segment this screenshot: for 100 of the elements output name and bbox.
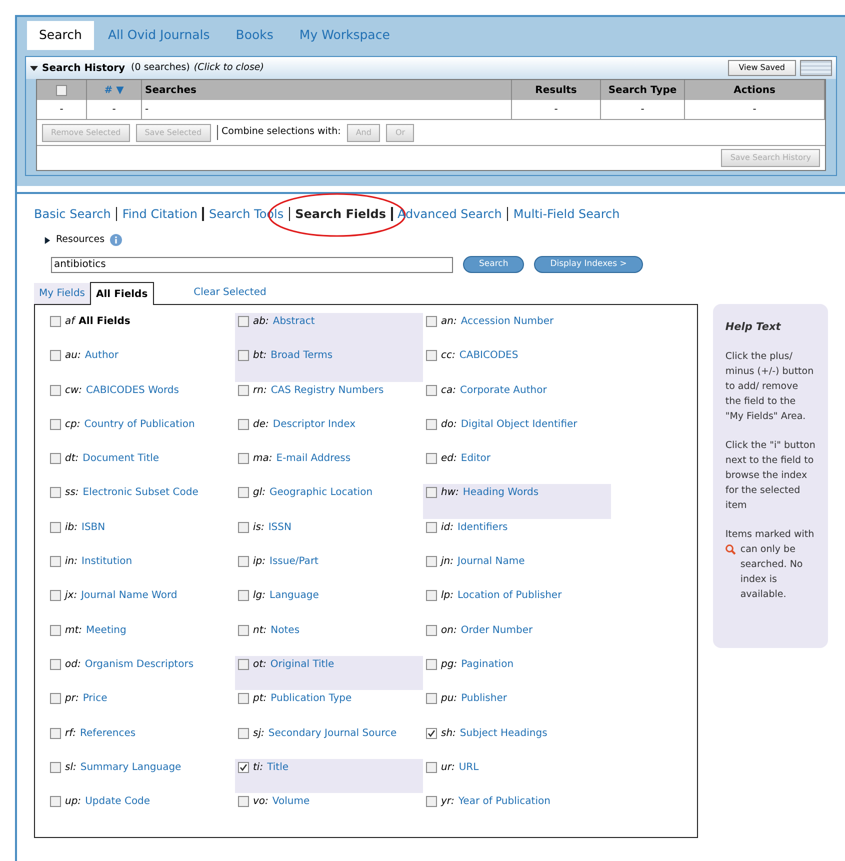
field-link[interactable]: Secondary Journal Source — [268, 728, 397, 740]
top-tab[interactable]: Books — [224, 21, 286, 50]
checkbox[interactable] — [426, 624, 437, 636]
checkbox[interactable] — [50, 350, 61, 362]
checkbox[interactable] — [50, 590, 61, 602]
field-link[interactable]: Abstract — [272, 316, 315, 328]
field-link[interactable]: ISBN — [82, 522, 106, 534]
checkbox[interactable] — [238, 624, 249, 636]
field-link[interactable]: Electronic Subset Code — [82, 487, 198, 500]
field-link[interactable]: Identifiers — [458, 522, 508, 534]
field-link[interactable]: Original Title — [270, 658, 334, 671]
checkbox[interactable] — [50, 384, 61, 396]
field-link[interactable]: Pagination — [461, 658, 514, 671]
field-link[interactable]: Accession Number — [460, 316, 554, 328]
checkbox[interactable] — [50, 453, 61, 464]
checkbox[interactable] — [238, 350, 249, 362]
field-link[interactable]: Country of Publication — [84, 418, 195, 431]
field-link[interactable]: CABICODES — [459, 350, 518, 362]
field-link[interactable]: Title — [267, 762, 289, 774]
checkbox[interactable] — [238, 796, 249, 808]
checkbox[interactable] — [50, 693, 61, 704]
grid-icon[interactable] — [800, 60, 832, 76]
checkbox[interactable] — [238, 658, 249, 670]
field-link[interactable]: ISSN — [268, 522, 292, 534]
expand-icon[interactable] — [44, 236, 51, 244]
field-link[interactable]: Meeting — [86, 624, 126, 637]
checkbox[interactable] — [426, 316, 437, 327]
search-mode-link[interactable]: Basic Search — [34, 207, 111, 221]
field-link[interactable]: Journal Name Word — [81, 590, 178, 602]
field-link[interactable]: Organism Descriptors — [84, 658, 194, 671]
checkbox[interactable] — [426, 418, 437, 430]
checkbox[interactable] — [238, 453, 249, 464]
field-link[interactable]: Institution — [82, 556, 132, 568]
checkbox[interactable] — [426, 796, 437, 808]
search-mode-link[interactable]: Multi-Field Search — [513, 207, 620, 221]
field-link[interactable]: Year of Publication — [458, 796, 550, 808]
field-link[interactable]: CABICODES Words — [86, 384, 179, 397]
field-link[interactable]: Geographic Location — [270, 487, 373, 500]
field-link[interactable]: Editor — [460, 453, 490, 466]
field-link[interactable]: CAS Registry Numbers — [270, 384, 384, 397]
field-link[interactable]: Location of Publisher — [458, 590, 562, 602]
checkbox[interactable] — [426, 384, 437, 396]
fields-tab[interactable]: My Fields — [34, 283, 90, 304]
checkbox[interactable] — [238, 762, 249, 773]
field-link[interactable]: Order Number — [460, 624, 533, 637]
checkbox[interactable] — [50, 487, 61, 498]
field-link[interactable]: E-mail Address — [276, 453, 351, 466]
top-tab[interactable]: All Ovid Journals — [96, 21, 222, 50]
field-link[interactable]: Author — [84, 350, 119, 362]
checkbox[interactable] — [426, 350, 437, 362]
field-link[interactable]: URL — [458, 762, 479, 774]
search-field[interactable]: antibiotics — [51, 256, 453, 272]
field-link[interactable]: References — [80, 728, 136, 740]
field-link[interactable]: Publication Type — [270, 693, 352, 706]
view-saved-button[interactable]: View Saved — [728, 60, 796, 76]
field-link[interactable]: Update Code — [85, 796, 150, 808]
checkbox[interactable] — [426, 728, 437, 739]
clear-selected-link[interactable]: Clear Selected — [194, 285, 266, 300]
checkbox[interactable] — [238, 728, 249, 739]
checkbox[interactable] — [50, 522, 61, 533]
checkbox[interactable] — [426, 556, 437, 568]
checkbox[interactable] — [50, 762, 61, 773]
checkbox[interactable] — [50, 624, 61, 636]
history-title[interactable]: Search History — [42, 60, 126, 76]
checkbox[interactable] — [238, 316, 249, 327]
checkbox[interactable] — [238, 487, 249, 498]
fields-tab[interactable]: All Fields — [90, 282, 154, 305]
checkbox[interactable] — [50, 728, 61, 739]
checkbox[interactable] — [238, 418, 249, 430]
checkbox[interactable] — [50, 658, 61, 670]
field-link[interactable]: Journal Name — [458, 556, 525, 568]
checkbox[interactable] — [426, 693, 437, 704]
checkbox[interactable] — [50, 418, 61, 430]
field-link[interactable]: Digital Object Identifier — [460, 418, 578, 431]
collapse-icon[interactable] — [30, 64, 38, 72]
checkbox[interactable] — [56, 84, 67, 96]
top-tab[interactable]: Search — [27, 21, 94, 50]
field-link[interactable]: Heading Words — [462, 487, 539, 500]
search-button[interactable]: Search — [463, 256, 524, 273]
field-link[interactable]: Subject Headings — [460, 728, 548, 740]
field-link[interactable]: Descriptor Index — [272, 418, 356, 431]
field-link[interactable]: Notes — [270, 624, 300, 637]
resources-toggle[interactable]: Resources — [56, 232, 105, 248]
checkbox[interactable] — [426, 590, 437, 602]
field-link[interactable]: Broad Terms — [270, 350, 333, 362]
field-link[interactable]: Publisher — [461, 693, 507, 706]
checkbox[interactable] — [426, 453, 437, 464]
field-link[interactable]: Corporate Author — [460, 384, 547, 397]
field-link[interactable]: Issue/Part — [270, 556, 318, 568]
checkbox[interactable] — [238, 556, 249, 568]
checkbox[interactable] — [50, 556, 61, 568]
history-hint[interactable]: (Click to close) — [194, 60, 264, 76]
checkbox[interactable] — [238, 384, 249, 396]
field-link[interactable]: Price — [82, 693, 108, 706]
checkbox[interactable] — [50, 796, 61, 808]
checkbox[interactable] — [50, 316, 61, 327]
field-link[interactable]: Volume — [272, 796, 310, 808]
checkbox[interactable] — [426, 658, 437, 670]
checkbox[interactable] — [426, 522, 437, 533]
checkbox[interactable] — [426, 487, 437, 498]
